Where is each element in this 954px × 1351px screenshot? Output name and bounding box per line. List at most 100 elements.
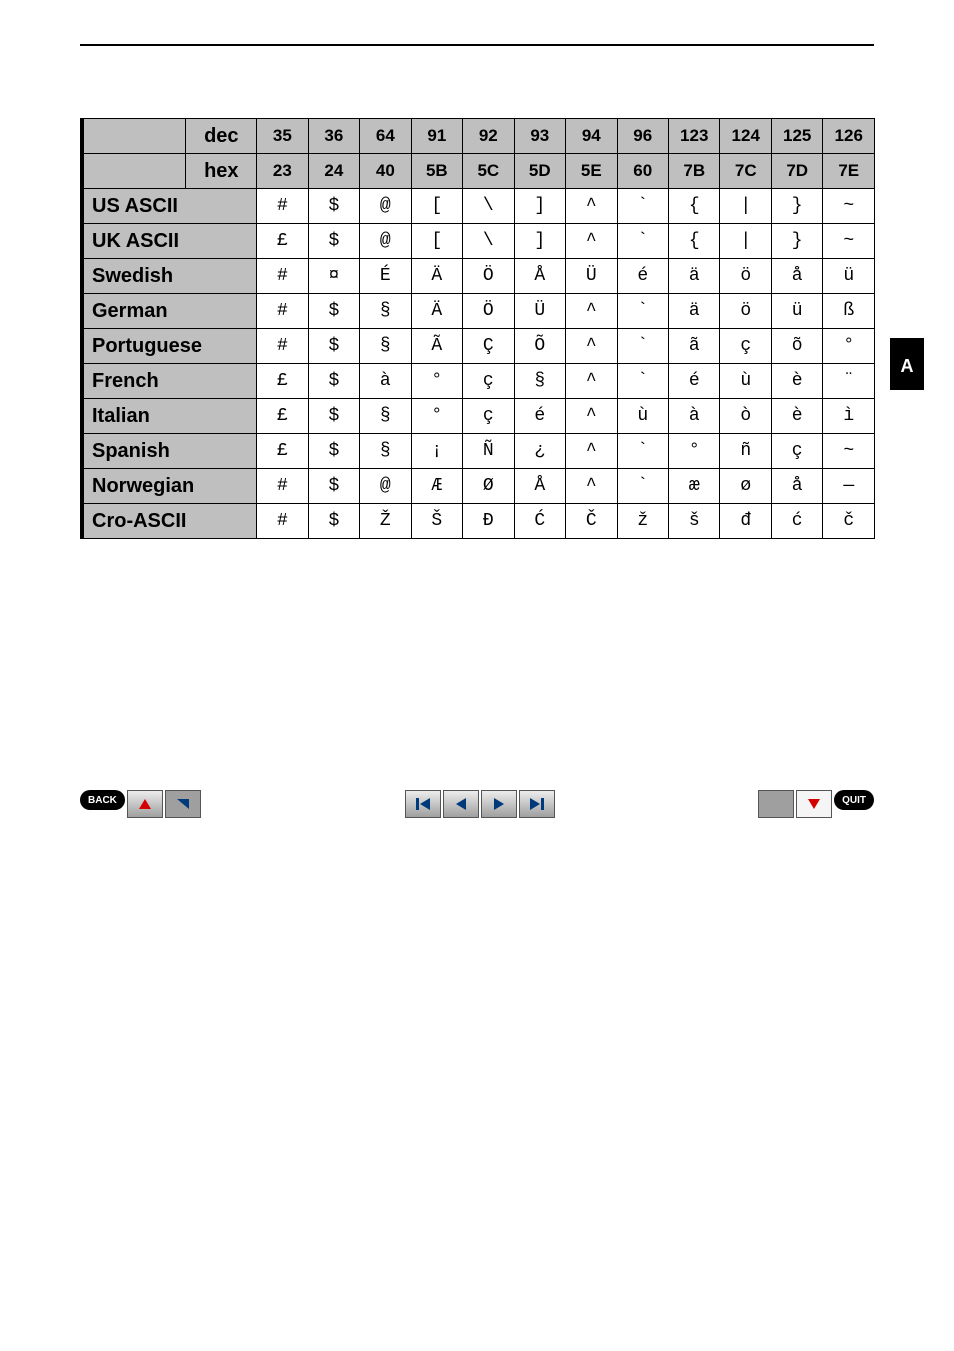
char-cell: $	[308, 469, 359, 504]
nav-left-group: BACK	[80, 790, 201, 818]
char-cell: ^	[566, 399, 617, 434]
char-cell: Š	[411, 504, 462, 539]
char-cell: ć	[771, 504, 822, 539]
table-row: UK ASCII£$@[\]^`{|}~	[82, 224, 875, 259]
char-cell: $	[308, 294, 359, 329]
char-cell: ^	[566, 364, 617, 399]
dec-col: 124	[720, 119, 771, 154]
char-cell: ]	[514, 224, 565, 259]
row-label: German	[82, 294, 257, 329]
char-cell: —	[823, 469, 875, 504]
char-cell: Ö	[463, 259, 514, 294]
down-button[interactable]	[796, 790, 832, 818]
char-cell: `	[617, 469, 668, 504]
char-cell: Å	[514, 259, 565, 294]
char-cell: £	[257, 224, 308, 259]
next-page-button[interactable]	[481, 790, 517, 818]
table-row: Swedish#¤ÉÄÖÅÜéäöåü	[82, 259, 875, 294]
char-cell: ò	[720, 399, 771, 434]
char-cell: [	[411, 224, 462, 259]
hex-col: 5D	[514, 154, 565, 189]
char-cell: Ã	[411, 329, 462, 364]
dec-col: 93	[514, 119, 565, 154]
char-cell: ^	[566, 224, 617, 259]
char-cell: `	[617, 434, 668, 469]
dec-col: 125	[771, 119, 822, 154]
row-label: Spanish	[82, 434, 257, 469]
char-cell: Ö	[463, 294, 514, 329]
dec-col: 123	[669, 119, 720, 154]
char-cell: }	[771, 224, 822, 259]
char-cell: $	[308, 329, 359, 364]
char-cell: Õ	[514, 329, 565, 364]
corner-blank	[82, 119, 186, 154]
row-label: Swedish	[82, 259, 257, 294]
char-cell: §	[514, 364, 565, 399]
hex-col: 7E	[823, 154, 875, 189]
char-cell: è	[771, 364, 822, 399]
char-cell: ì	[823, 399, 875, 434]
char-cell: |	[720, 224, 771, 259]
char-cell: Ñ	[463, 434, 514, 469]
char-cell: `	[617, 189, 668, 224]
table-row: Spanish£$§¡Ñ¿^`°ñç~	[82, 434, 875, 469]
header-row-hex: hex 23 24 40 5B 5C 5D 5E 60 7B 7C 7D 7E	[82, 154, 875, 189]
char-cell: č	[823, 504, 875, 539]
row-label: Portuguese	[82, 329, 257, 364]
char-cell: ^	[566, 434, 617, 469]
char-cell: ù	[720, 364, 771, 399]
char-cell: @	[360, 469, 411, 504]
char-cell: §	[360, 434, 411, 469]
char-cell: £	[257, 434, 308, 469]
top-rule	[80, 44, 874, 46]
char-cell: #	[257, 504, 308, 539]
char-cell: ¨	[823, 364, 875, 399]
char-cell: ^	[566, 329, 617, 364]
last-page-button[interactable]	[519, 790, 555, 818]
hex-col: 5E	[566, 154, 617, 189]
char-cell: °	[411, 399, 462, 434]
char-cell: ž	[617, 504, 668, 539]
char-cell: #	[257, 329, 308, 364]
side-tab: A	[890, 338, 924, 390]
hex-col: 23	[257, 154, 308, 189]
char-cell: `	[617, 364, 668, 399]
char-cell: $	[308, 504, 359, 539]
prev-page-button[interactable]	[443, 790, 479, 818]
char-cell: ß	[823, 294, 875, 329]
char-cell: ã	[669, 329, 720, 364]
char-cell: é	[669, 364, 720, 399]
row-label: French	[82, 364, 257, 399]
char-cell: đ	[720, 504, 771, 539]
back-up-button[interactable]	[127, 790, 163, 818]
char-cell: §	[360, 329, 411, 364]
dec-label: dec	[186, 119, 257, 154]
char-cell: Ä	[411, 259, 462, 294]
char-cell: ä	[669, 294, 720, 329]
char-cell: ^	[566, 189, 617, 224]
dec-col: 94	[566, 119, 617, 154]
char-cell: #	[257, 189, 308, 224]
header-row-dec: dec 35 36 64 91 92 93 94 96 123 124 125 …	[82, 119, 875, 154]
nav-placeholder-button[interactable]	[165, 790, 201, 818]
char-cell: ]	[514, 189, 565, 224]
char-cell: £	[257, 399, 308, 434]
nav-right-group: QUIT	[758, 790, 874, 818]
hex-col: 24	[308, 154, 359, 189]
dec-col: 64	[360, 119, 411, 154]
back-label: BACK	[80, 790, 125, 810]
hex-col: 60	[617, 154, 668, 189]
char-cell: ü	[823, 259, 875, 294]
char-cell: $	[308, 434, 359, 469]
char-cell: @	[360, 189, 411, 224]
char-cell: Ü	[514, 294, 565, 329]
char-cell: é	[617, 259, 668, 294]
char-cell: Å	[514, 469, 565, 504]
char-cell: ø	[720, 469, 771, 504]
table-row: German#$§ÄÖÜ^`äöüß	[82, 294, 875, 329]
charset-table: dec 35 36 64 91 92 93 94 96 123 124 125 …	[80, 118, 875, 539]
char-cell: ç	[463, 399, 514, 434]
char-cell: £	[257, 364, 308, 399]
nav-placeholder-button[interactable]	[758, 790, 794, 818]
first-page-button[interactable]	[405, 790, 441, 818]
